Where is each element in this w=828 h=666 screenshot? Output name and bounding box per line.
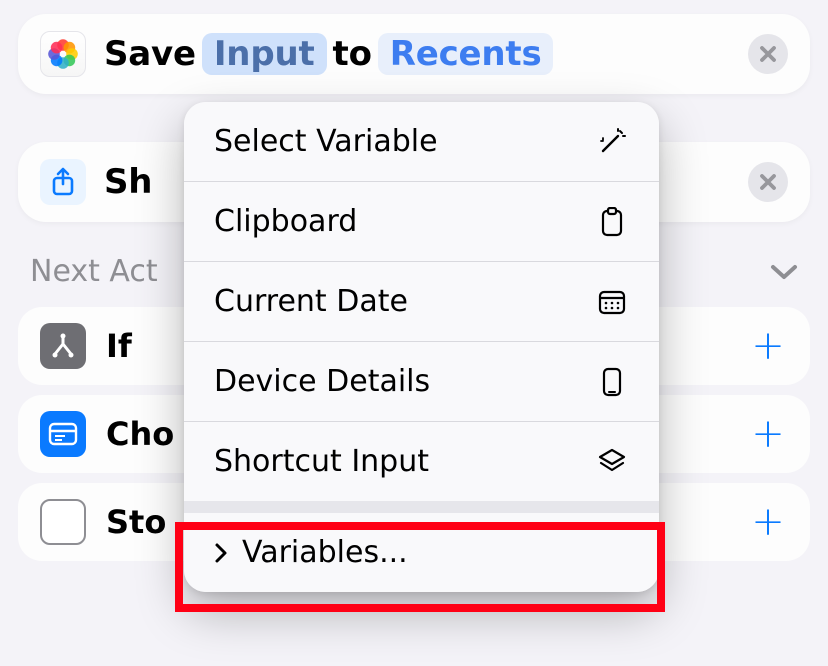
close-button-2[interactable] bbox=[748, 162, 788, 202]
calendar-icon bbox=[595, 289, 629, 315]
chevron-down-icon bbox=[770, 263, 798, 281]
popup-device-details-label: Device Details bbox=[214, 364, 430, 399]
section-title: Next Act bbox=[30, 254, 158, 289]
add-if-button[interactable]: + bbox=[748, 323, 788, 369]
add-stop-button[interactable]: + bbox=[748, 499, 788, 545]
action-card-save[interactable]: Save Input to Recents bbox=[18, 14, 810, 94]
photos-app-icon bbox=[40, 31, 86, 77]
token-input[interactable]: Input bbox=[202, 33, 327, 75]
popup-device-details[interactable]: Device Details bbox=[184, 341, 659, 421]
save-prefix: Save bbox=[104, 34, 196, 74]
share-icon bbox=[40, 159, 86, 205]
branch-icon bbox=[40, 323, 86, 369]
popup-current-date[interactable]: Current Date bbox=[184, 261, 659, 341]
close-button-1[interactable] bbox=[748, 34, 788, 74]
popup-clipboard-label: Clipboard bbox=[214, 204, 357, 239]
device-icon bbox=[595, 367, 629, 397]
popup-select-variable-label: Select Variable bbox=[214, 124, 438, 159]
popup-separator bbox=[184, 501, 659, 513]
popup-variables-label: Variables... bbox=[242, 535, 408, 570]
clipboard-icon bbox=[595, 207, 629, 237]
popup-select-variable[interactable]: Select Variable bbox=[184, 102, 659, 181]
save-mid: to bbox=[333, 34, 372, 74]
add-choose-button[interactable]: + bbox=[748, 411, 788, 457]
popup-shortcut-input-label: Shortcut Input bbox=[214, 444, 429, 479]
action-card-text: Save Input to Recents bbox=[104, 33, 736, 75]
chevron-right-icon bbox=[214, 542, 228, 564]
popup-variables[interactable]: Variables... bbox=[184, 513, 659, 592]
popup-clipboard[interactable]: Clipboard bbox=[184, 181, 659, 261]
popup-current-date-label: Current Date bbox=[214, 284, 408, 319]
wand-icon bbox=[595, 128, 629, 156]
token-recents[interactable]: Recents bbox=[378, 33, 554, 75]
popup-shortcut-input[interactable]: Shortcut Input bbox=[184, 421, 659, 501]
list-card-icon bbox=[40, 411, 86, 457]
variable-picker-popup: Select Variable Clipboard Current Date D… bbox=[184, 102, 659, 592]
layers-icon bbox=[595, 448, 629, 476]
stop-icon bbox=[40, 499, 86, 545]
